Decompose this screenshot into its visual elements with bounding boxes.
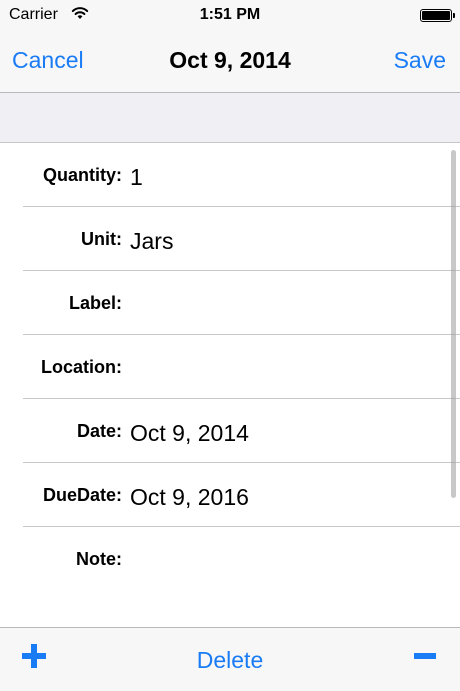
- status-bar: Carrier 1:51 PM: [0, 0, 460, 30]
- form-row-label[interactable]: Label:: [23, 271, 460, 335]
- form-row-date[interactable]: Date: Oct 9, 2014: [23, 399, 460, 463]
- label-field[interactable]: [130, 292, 440, 316]
- quantity-field[interactable]: 1: [130, 164, 440, 191]
- label-label: Label:: [68, 293, 122, 313]
- quantity-label: Quantity:: [43, 165, 122, 185]
- section-header: [0, 93, 460, 143]
- unit-label: Unit:: [81, 229, 122, 249]
- form-row-unit[interactable]: Unit: Jars: [23, 207, 460, 271]
- location-field[interactable]: [130, 356, 440, 380]
- form-row-location[interactable]: Location:: [23, 335, 460, 399]
- form-row-duedate[interactable]: DueDate: Oct 9, 2016: [23, 463, 460, 527]
- duedate-label: DueDate:: [42, 485, 122, 505]
- delete-button[interactable]: Delete: [197, 647, 263, 673]
- note-label: Note:: [76, 549, 122, 569]
- save-button[interactable]: Save: [394, 47, 446, 74]
- form-row-note[interactable]: Note:: [23, 527, 460, 617]
- battery-icon: [420, 9, 455, 22]
- minus-icon[interactable]: [414, 644, 436, 668]
- location-label: Location:: [41, 357, 122, 377]
- status-time: 1:51 PM: [199, 6, 261, 23]
- date-field[interactable]: Oct 9, 2014: [130, 420, 440, 447]
- plus-icon[interactable]: [22, 644, 46, 668]
- unit-field[interactable]: Jars: [130, 228, 440, 255]
- bottom-toolbar: Delete: [0, 627, 460, 691]
- form-row-quantity[interactable]: Quantity: 1: [23, 143, 460, 207]
- page-title: Oct 9, 2014: [169, 47, 291, 73]
- scrollbar[interactable]: [451, 150, 456, 498]
- navigation-bar: Cancel Oct 9, 2014 Save: [0, 30, 460, 93]
- item-form: Quantity: 1 Unit: Jars Label: Location: …: [0, 143, 460, 617]
- duedate-field[interactable]: Oct 9, 2016: [130, 484, 440, 511]
- note-field[interactable]: [130, 548, 440, 572]
- date-label: Date:: [76, 421, 122, 441]
